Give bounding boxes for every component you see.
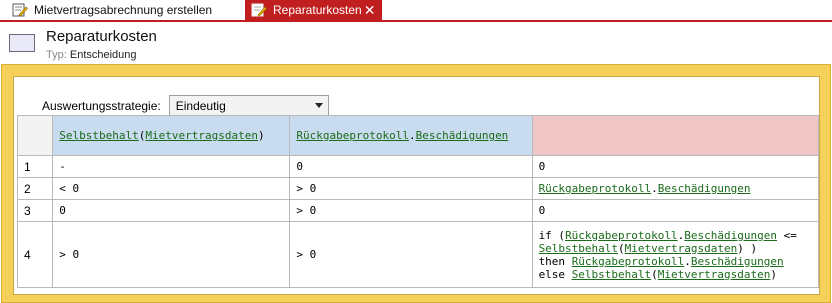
input-cell[interactable]: > 0: [289, 199, 533, 222]
expression-text: ): [257, 129, 265, 142]
expression-text: .: [684, 254, 691, 268]
expression-text: 0: [538, 160, 546, 173]
table-header-row: Selbstbehalt(Mietvertragsdaten) Rückgabep…: [16, 115, 820, 156]
row-number: 1: [16, 155, 54, 178]
input-column-header[interactable]: Selbstbehalt(Mietvertragsdaten): [52, 115, 291, 156]
tab-label: Reparaturkosten: [273, 3, 362, 17]
strategy-row: Auswertungsstrategie: Eindeutig: [42, 95, 329, 116]
input-cell[interactable]: 0: [289, 155, 533, 178]
expression-link[interactable]: Rückgabeprotokoll: [565, 229, 678, 242]
table-row: 2 < 0 > 0 Rückgabeprotokoll.Beschädigungen: [16, 177, 820, 200]
expression-link[interactable]: Beschädigungen: [658, 182, 751, 195]
output-column-header[interactable]: [531, 115, 820, 156]
strategy-select[interactable]: Eindeutig: [168, 95, 329, 116]
cell-line: > 0: [296, 204, 525, 217]
expression-text: 0: [59, 204, 66, 217]
input-cell[interactable]: 0: [52, 199, 291, 222]
type-label: Typ:: [46, 49, 67, 61]
cell-line: Rückgabeprotokoll.Beschädigungen: [539, 182, 812, 195]
cell-line: 0: [539, 204, 812, 217]
expression-link[interactable]: Beschädigungen: [691, 255, 784, 268]
expression-link[interactable]: Rückgabeprotokoll: [572, 255, 685, 268]
cell-line: > 0: [59, 248, 283, 261]
expression-link[interactable]: Selbstbehalt: [59, 129, 138, 142]
cell-line: else Selbstbehalt(Mietvertragsdaten): [539, 268, 812, 281]
expression-text: > 0: [296, 248, 317, 261]
strategy-value: Eindeutig: [175, 98, 226, 113]
type-value: Entscheidung: [69, 49, 137, 61]
cell-line: < 0: [59, 182, 283, 195]
expression-text: ) ): [737, 241, 758, 255]
expression-text: <=: [777, 228, 797, 242]
expression-link[interactable]: Mietvertragsdaten: [625, 242, 738, 255]
expression-link[interactable]: Mietvertragsdaten: [658, 268, 771, 281]
cell-line: > 0: [296, 248, 525, 261]
row-number: 2: [16, 177, 54, 200]
tab-mietvertragsabrechnung[interactable]: Mietvertragsabrechnung erstellen: [6, 0, 218, 20]
edit-document-icon: [251, 3, 267, 17]
input-cell[interactable]: -: [52, 155, 291, 178]
expression-text: then: [538, 254, 572, 268]
cell-line: 0: [539, 160, 812, 173]
expression-text: > 0: [59, 248, 80, 261]
tab-label: Mietvertragsabrechnung erstellen: [34, 3, 213, 17]
edit-document-icon: [12, 3, 28, 17]
input-cell[interactable]: > 0: [289, 177, 533, 200]
cell-line: 0: [296, 160, 525, 173]
row-number: 3: [16, 199, 54, 222]
table-row: 1- 0 0: [16, 155, 820, 178]
expression-text: ): [770, 267, 778, 281]
expression-text: 0: [538, 204, 546, 217]
expression-text: (: [618, 241, 625, 255]
page-title: Reparaturkosten: [46, 28, 157, 45]
decision-icon: [9, 34, 35, 52]
cell-line: > 0: [296, 182, 525, 195]
decision-frame: Auswertungsstrategie: Eindeutig Selbstbe…: [1, 64, 831, 303]
expression-text: > 0: [296, 204, 317, 217]
cell-line: -: [59, 160, 283, 173]
expression-link[interactable]: Selbstbehalt: [572, 268, 651, 281]
decision-table: Selbstbehalt(Mietvertragsdaten) Rückgabep…: [16, 115, 820, 288]
cell-line: 0: [59, 204, 283, 217]
output-cell[interactable]: if (Rückgabeprotokoll.Beschädigungen <= S…: [531, 221, 820, 288]
decision-header: Reparaturkosten Typ: Entscheidung: [0, 22, 832, 62]
output-cell[interactable]: 0: [531, 199, 820, 222]
cell-line: then Rückgabeprotokoll.Beschädigungen: [539, 255, 812, 268]
row-number: 4: [16, 221, 54, 288]
expression-link[interactable]: Rückgabeprotokoll: [296, 129, 409, 142]
expression-text: 0: [296, 160, 303, 173]
table-row: 4 > 0 > 0 if (Rückgabeprotokoll.Beschädigun…: [16, 221, 820, 288]
expression-text: if (: [538, 228, 566, 242]
expression-text: else: [538, 267, 572, 281]
input-cell[interactable]: < 0: [52, 177, 291, 200]
input-cell[interactable]: > 0: [52, 221, 291, 288]
strategy-label: Auswertungsstrategie:: [42, 98, 161, 113]
input-cell[interactable]: > 0: [289, 221, 533, 288]
expression-text: .: [651, 182, 658, 195]
expression-link[interactable]: Beschädigungen: [684, 229, 777, 242]
chevron-down-icon: [314, 103, 323, 108]
tab-bar: Mietvertragsabrechnung erstellen Reparat…: [0, 0, 832, 22]
expression-text: < 0: [59, 182, 80, 195]
decision-panel: Auswertungsstrategie: Eindeutig Selbstbe…: [13, 76, 820, 295]
output-cell[interactable]: 0: [531, 155, 820, 178]
expression-text: -: [59, 160, 66, 173]
cell-line: if (Rückgabeprotokoll.Beschädigungen <=: [539, 229, 812, 242]
expression-text: > 0: [296, 182, 317, 195]
tab-reparaturkosten[interactable]: Reparaturkosten ✕: [245, 0, 382, 20]
table-row: 3 0 > 00: [16, 199, 820, 222]
cell-line: Selbstbehalt(Mietvertragsdaten) ): [539, 242, 812, 255]
expression-link[interactable]: Beschädigungen: [416, 129, 509, 142]
type-line: Typ: Entscheidung: [46, 49, 137, 61]
expression-link[interactable]: Mietvertragsdaten: [145, 129, 258, 142]
expression-text: .: [408, 129, 416, 142]
close-icon[interactable]: ✕: [362, 3, 378, 17]
expression-link[interactable]: Selbstbehalt: [539, 242, 618, 255]
input-column-header[interactable]: Rückgabeprotokoll.Beschädigungen: [289, 115, 533, 156]
row-number-header: [16, 115, 54, 156]
output-cell[interactable]: Rückgabeprotokoll.Beschädigungen: [531, 177, 820, 200]
expression-text: (: [651, 267, 658, 281]
expression-link[interactable]: Rückgabeprotokoll: [539, 182, 652, 195]
